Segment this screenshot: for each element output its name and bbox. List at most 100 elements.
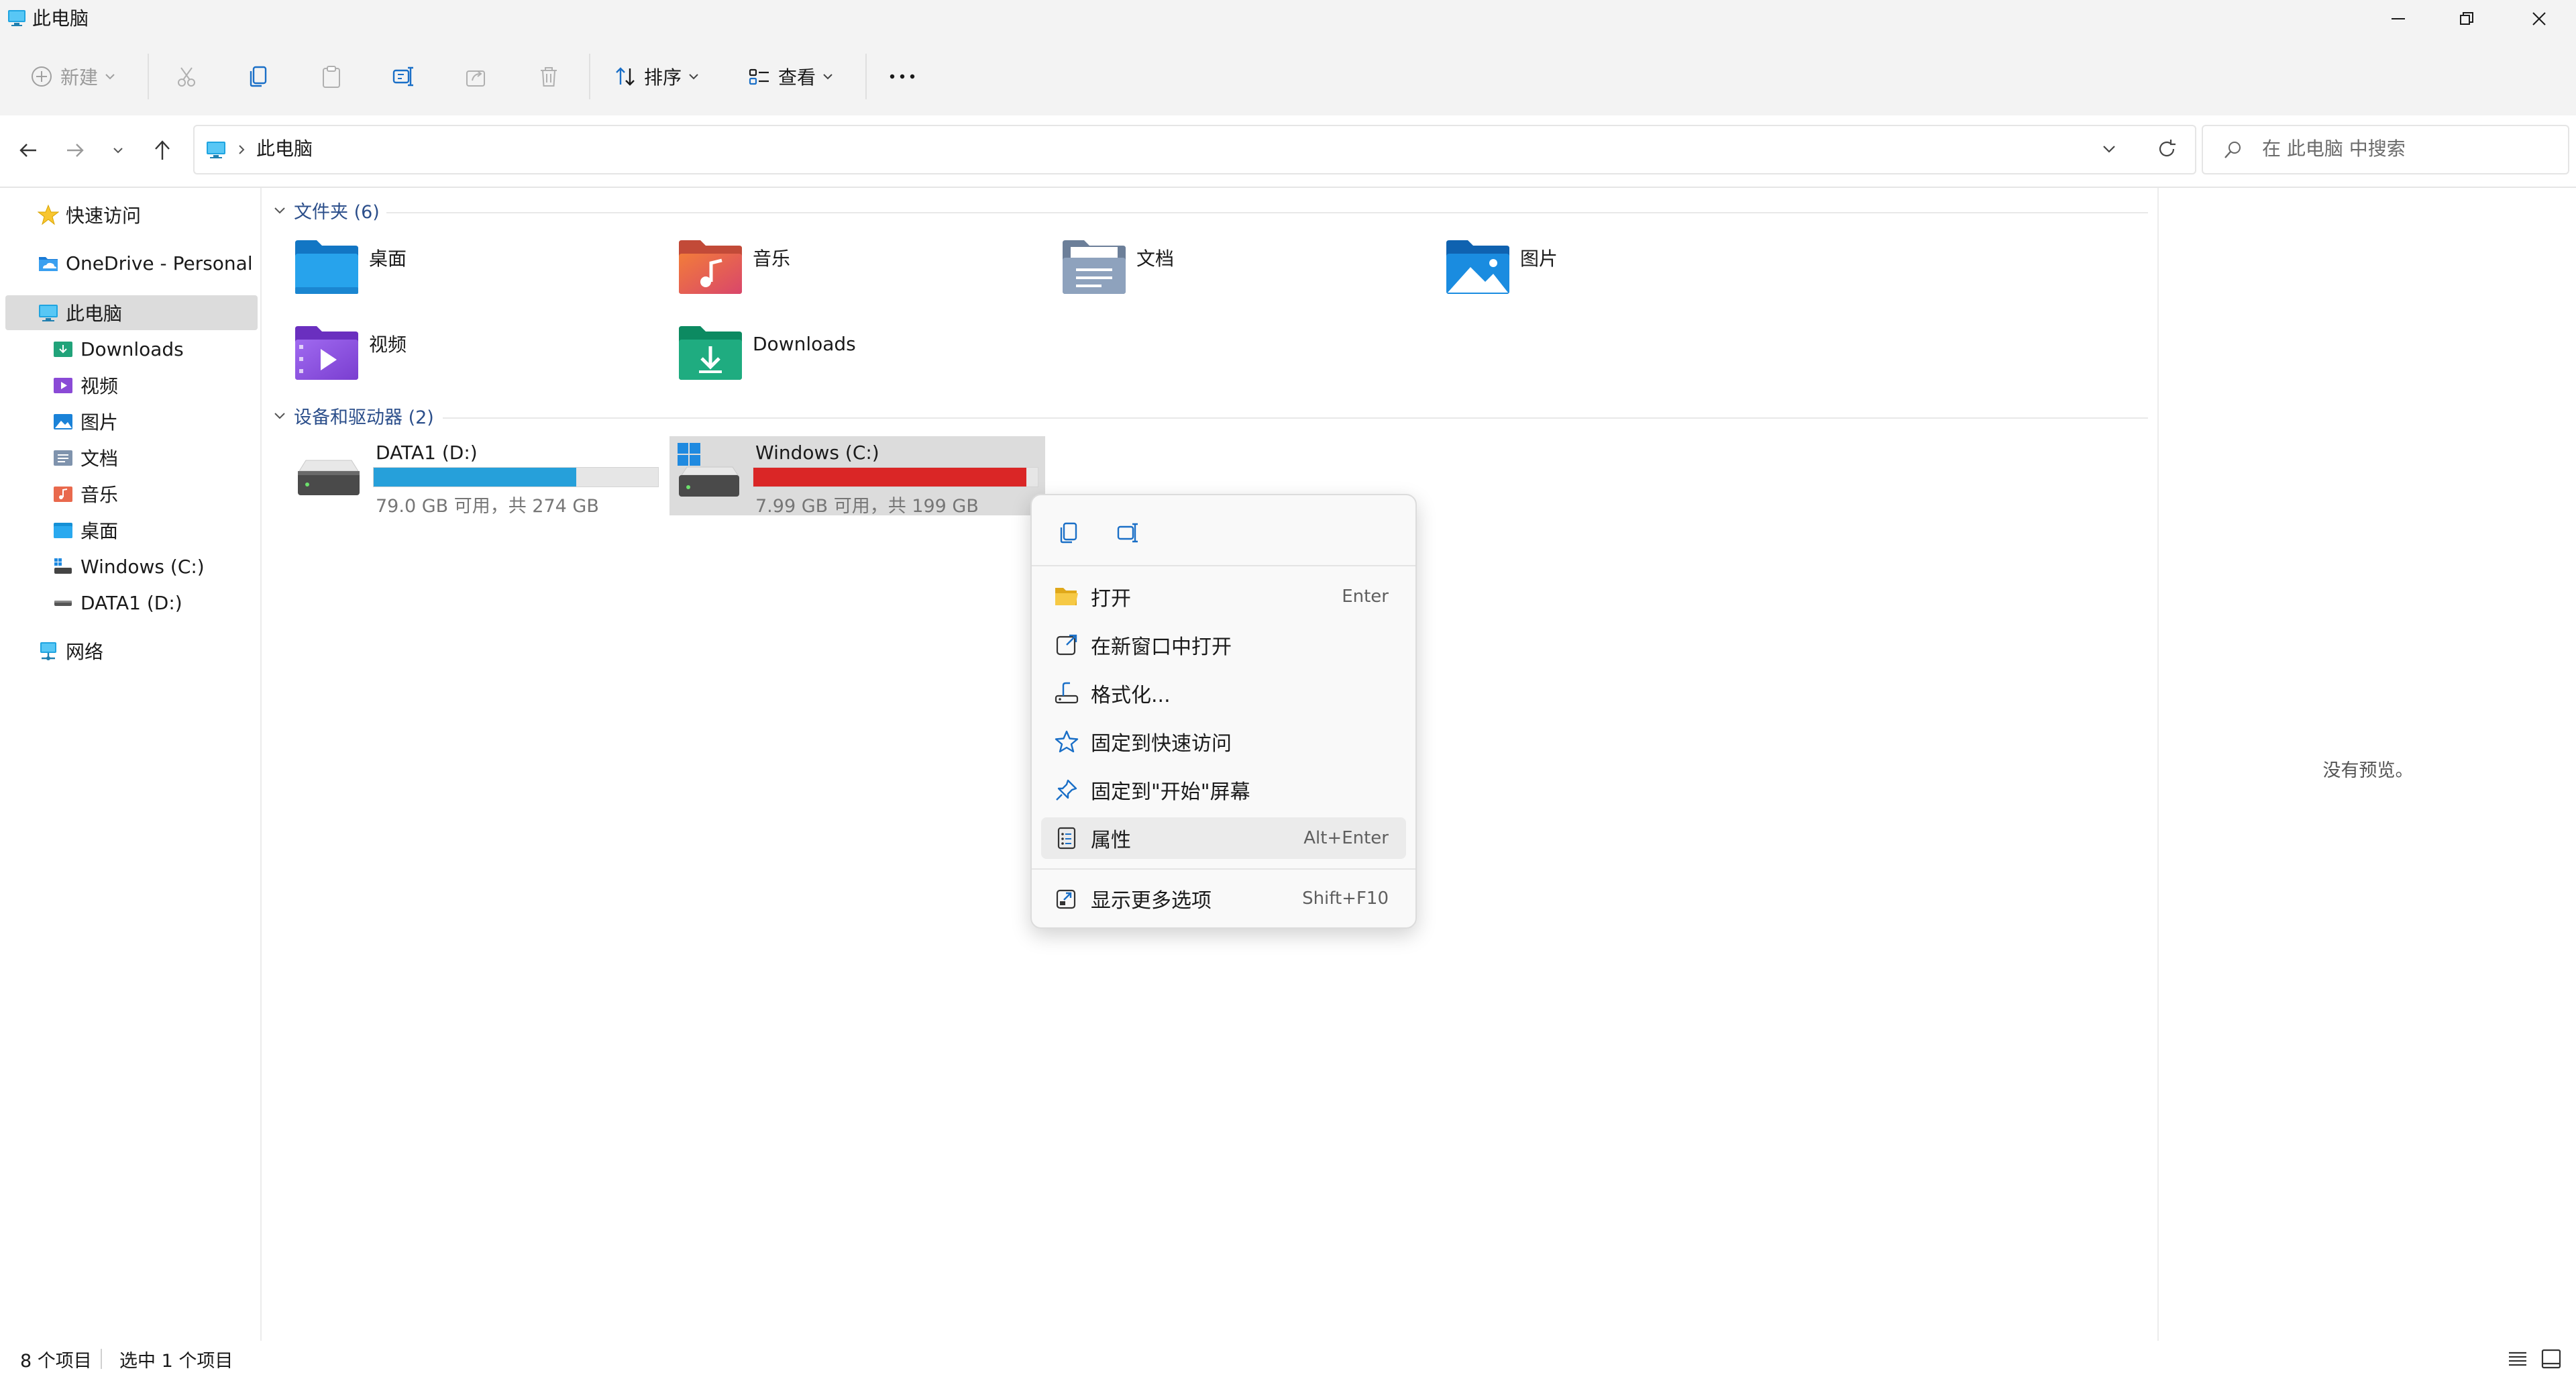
- drive-usage-fill: [374, 468, 576, 487]
- status-divider: [101, 1349, 102, 1369]
- sidebar-item-windows-c[interactable]: Windows (C:): [0, 549, 259, 584]
- search-box[interactable]: 在 此电脑 中搜索: [2202, 125, 2569, 174]
- menu-item-label: 属性: [1091, 829, 1131, 852]
- folder-open-icon: [1052, 582, 1081, 611]
- menu-item-open[interactable]: 打开 Enter: [1041, 576, 1406, 617]
- selected-count: 选中 1 个项目: [119, 1351, 233, 1372]
- more-options-button[interactable]: [887, 56, 918, 97]
- arrow-up-icon: [155, 140, 170, 160]
- sidebar-label: Downloads: [80, 338, 184, 360]
- folder-pictures[interactable]: 图片: [1445, 238, 1558, 295]
- drive-space-info: 79.0 GB 可用，共 274 GB: [376, 496, 599, 517]
- sidebar-label: 图片: [80, 411, 119, 434]
- menu-item-format[interactable]: 格式化...: [1041, 672, 1406, 714]
- separator: [865, 54, 867, 99]
- folder-desktop[interactable]: 桌面: [294, 238, 407, 295]
- restore-button[interactable]: [2430, 0, 2504, 38]
- onedrive-folder-icon: [38, 252, 59, 274]
- context-copy-button[interactable]: [1052, 515, 1087, 550]
- search-input[interactable]: 在 此电脑 中搜索: [2262, 136, 2406, 162]
- menu-item-label: 固定到"开始"屏幕: [1091, 780, 1250, 804]
- sidebar-item-network[interactable]: 网络: [0, 633, 259, 668]
- close-button[interactable]: [2502, 0, 2576, 38]
- folder-downloads[interactable]: Downloads: [678, 323, 856, 381]
- delete-button[interactable]: [537, 56, 561, 97]
- plus-circle-icon: [32, 66, 52, 87]
- breadcrumb-this-pc[interactable]: 此电脑: [256, 136, 313, 162]
- drives-section-header[interactable]: 设备和驱动器 (2): [272, 403, 434, 429]
- menu-item-label: 格式化...: [1091, 684, 1171, 707]
- drive-windows-c[interactable]: Windows (C:) 7.99 GB 可用，共 199 GB: [669, 436, 1045, 517]
- details-view-icon: [2509, 1352, 2526, 1366]
- downloads-folder-icon: [679, 326, 742, 380]
- folder-music[interactable]: 音乐: [678, 238, 790, 295]
- sidebar-item-videos[interactable]: 视频: [0, 368, 259, 403]
- drive-data1-d[interactable]: DATA1 (D:) 79.0 GB 可用，共 274 GB: [290, 436, 665, 517]
- sidebar-label: 音乐: [80, 484, 119, 506]
- refresh-button[interactable]: [2155, 137, 2179, 164]
- up-button[interactable]: [148, 136, 177, 168]
- share-button[interactable]: [464, 56, 488, 97]
- sidebar-item-this-pc[interactable]: 此电脑: [5, 295, 258, 330]
- copy-icon: [1060, 522, 1077, 544]
- sidebar-item-desktop[interactable]: 桌面: [0, 513, 259, 548]
- menu-item-pin-quick-access[interactable]: 固定到快速访问: [1041, 721, 1406, 762]
- copy-button[interactable]: [247, 56, 271, 97]
- sidebar-item-downloads[interactable]: Downloads: [0, 332, 259, 366]
- sidebar-label: Windows (C:): [80, 555, 205, 578]
- menu-divider: [1032, 565, 1415, 566]
- desktop-folder-icon: [295, 240, 358, 294]
- menu-item-properties[interactable]: 属性 Alt+Enter: [1041, 817, 1406, 859]
- minimize-button[interactable]: [2361, 0, 2435, 38]
- new-button[interactable]: 新建: [30, 56, 117, 97]
- menu-item-open-new-window[interactable]: 在新窗口中打开: [1041, 624, 1406, 666]
- drive-usage-bar: [373, 467, 659, 487]
- network-icon: [38, 640, 59, 662]
- sort-button[interactable]: 排序: [613, 56, 700, 97]
- menu-item-shortcut: Enter: [1342, 586, 1389, 607]
- star-icon: [38, 204, 59, 225]
- folder-videos[interactable]: 视频: [294, 323, 407, 381]
- folder-name: 图片: [1520, 248, 1558, 270]
- details-view-button[interactable]: [2506, 1347, 2529, 1373]
- downloads-folder-icon: [52, 338, 74, 360]
- this-pc-icon: [38, 302, 59, 323]
- view-button[interactable]: 查看: [747, 56, 835, 97]
- documents-folder-icon: [1063, 240, 1126, 294]
- address-history-button[interactable]: [2098, 138, 2120, 162]
- sidebar-item-music[interactable]: 音乐: [0, 476, 259, 511]
- cut-button[interactable]: [174, 56, 199, 97]
- sidebar-item-onedrive[interactable]: OneDrive - Personal: [0, 246, 259, 280]
- sidebar-item-quick-access[interactable]: 快速访问: [0, 197, 259, 232]
- sidebar-item-documents[interactable]: 文档: [0, 440, 259, 475]
- rename-button[interactable]: [392, 56, 416, 97]
- folder-name: 桌面: [369, 248, 407, 270]
- format-drive-icon: [1052, 678, 1081, 708]
- close-icon: [2532, 12, 2546, 26]
- back-button[interactable]: [15, 137, 42, 166]
- sidebar-item-pictures[interactable]: 图片: [0, 404, 259, 439]
- recent-locations-button[interactable]: [109, 141, 127, 162]
- sort-icon: [616, 67, 635, 86]
- folders-section-header[interactable]: 文件夹 (6): [272, 197, 380, 223]
- folders-section-title: 文件夹 (6): [294, 202, 380, 223]
- folder-documents[interactable]: 文档: [1061, 238, 1174, 295]
- drive-usage-bar: [753, 467, 1038, 487]
- folder-name: Downloads: [753, 332, 856, 355]
- paste-button[interactable]: [319, 56, 343, 97]
- scissors-icon: [178, 67, 195, 87]
- address-bar[interactable]: 此电脑: [193, 125, 2196, 174]
- desktop-folder-icon: [52, 519, 74, 541]
- forward-button[interactable]: [62, 137, 89, 166]
- tiles-view-button[interactable]: [2540, 1347, 2563, 1373]
- menu-item-pin-start[interactable]: 固定到"开始"屏幕: [1041, 769, 1406, 811]
- pictures-folder-icon: [52, 411, 74, 432]
- chevron-down-icon: [2103, 146, 2115, 153]
- folder-name: 视频: [369, 334, 407, 356]
- section-divider: [443, 417, 2148, 419]
- context-rename-button[interactable]: [1111, 515, 1146, 550]
- sidebar-label: 快速访问: [66, 205, 142, 227]
- menu-item-show-more-options[interactable]: 显示更多选项 Shift+F10: [1041, 878, 1406, 919]
- folder-name: 音乐: [753, 248, 791, 270]
- sidebar-item-data1-d[interactable]: DATA1 (D:): [0, 585, 259, 620]
